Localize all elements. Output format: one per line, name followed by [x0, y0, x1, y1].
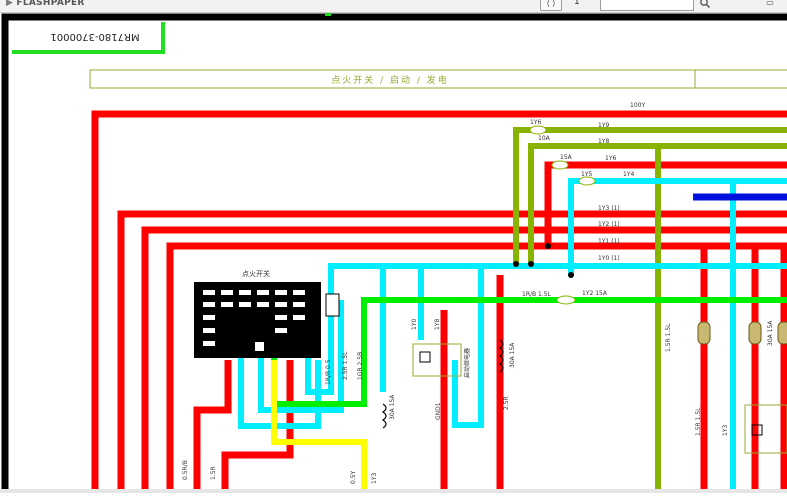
svg-text:1Y6: 1Y6	[530, 119, 541, 126]
switch-label: 点火开关	[242, 269, 270, 278]
wiring-diagram: MR7180-3700001 点火开关 / 启动 / 发电 点火开关 100Y …	[1, 8, 787, 497]
svg-text:1.5R: 1.5R	[210, 466, 217, 480]
doc-id: MR7180-3700001	[50, 31, 139, 42]
svg-text:1Y3: 1Y3	[722, 425, 729, 436]
svg-text:1Y1 (1): 1Y1 (1)	[598, 238, 620, 245]
svg-text:2.5R: 2.5R	[503, 396, 510, 410]
svg-text:0.5Y: 0.5Y	[350, 470, 357, 484]
svg-text:100Y: 100Y	[630, 102, 645, 109]
svg-text:30A 15A: 30A 15A	[389, 394, 396, 420]
svg-text:1Y4: 1Y4	[623, 171, 634, 178]
svg-text:启动继电器: 启动继电器	[463, 348, 471, 378]
svg-text:1Y6: 1Y6	[605, 155, 616, 162]
svg-text:30A 15A: 30A 15A	[767, 320, 774, 346]
nav-arrows-button[interactable]: ⟨ ⟩	[540, 0, 562, 11]
svg-text:1R/B 0.5: 1R/B 0.5	[325, 359, 332, 385]
fit-page-icon: ▭	[766, 0, 774, 7]
svg-text:0.5R/B: 0.5R/B	[182, 460, 189, 480]
fit-page-button[interactable]: ▭	[760, 0, 780, 9]
schematic-canvas: MR7180-3700001 点火开关 / 启动 / 发电 点火开关 100Y …	[0, 8, 787, 497]
svg-text:1Y9: 1Y9	[598, 122, 609, 129]
svg-text:1Y3: 1Y3	[371, 473, 378, 484]
svg-text:1Y2 (1): 1Y2 (1)	[598, 221, 620, 228]
ignition-switch[interactable]	[194, 282, 321, 358]
svg-text:30A 15A: 30A 15A	[509, 342, 516, 368]
green-wires	[271, 297, 787, 407]
svg-text:1Y0: 1Y0	[411, 319, 418, 330]
svg-text:1Y5: 1Y5	[581, 171, 592, 178]
diode-block	[325, 293, 340, 317]
flashpaper-brand: ▶ FLASHPAPER	[6, 0, 85, 8]
svg-text:1.5R 1.5L: 1.5R 1.5L	[695, 407, 702, 436]
svg-text:10A: 10A	[538, 135, 551, 142]
svg-text:1Y8: 1Y8	[598, 138, 609, 145]
svg-text:1Y2 15A: 1Y2 15A	[582, 290, 608, 297]
svg-text:GND1: GND1	[435, 402, 442, 420]
viewer-toolbar: ▶ FLASHPAPER ⟨ ⟩ 1 ▭	[0, 0, 787, 13]
status-bar	[0, 489, 787, 493]
flashpaper-logo-icon: ▶	[6, 0, 17, 8]
search-button[interactable]	[698, 0, 712, 9]
svg-text:1Y3 (1): 1Y3 (1)	[598, 205, 620, 212]
svg-text:2.5R 1.5L: 2.5R 1.5L	[342, 351, 349, 380]
olive-wires	[513, 127, 787, 493]
svg-text:1Y0 (1): 1Y0 (1)	[598, 255, 620, 262]
page-number[interactable]: 1	[574, 0, 580, 7]
search-input[interactable]	[600, 0, 694, 11]
nav-arrows-icon: ⟨ ⟩	[546, 0, 556, 8]
search-icon	[700, 0, 711, 9]
svg-text:1R/B 1.5L: 1R/B 1.5L	[522, 291, 552, 298]
svg-text:1.5R 1.5L: 1.5R 1.5L	[665, 323, 672, 352]
svg-text:1GR 2.5B: 1GR 2.5B	[357, 352, 364, 380]
svg-text:15A: 15A	[560, 154, 573, 161]
svg-text:1Y8: 1Y8	[434, 319, 441, 330]
diagram-title: 点火开关 / 启动 / 发电	[331, 74, 449, 86]
